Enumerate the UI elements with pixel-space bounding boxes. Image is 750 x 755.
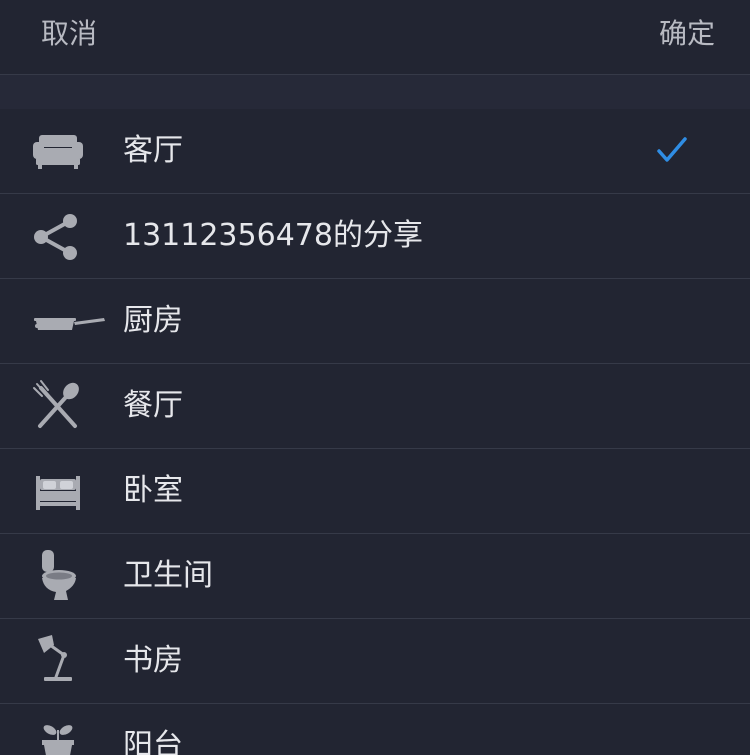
fork-spoon-icon <box>28 376 88 436</box>
desk-lamp-icon <box>28 631 88 691</box>
room-list: 客厅 13112356478的分享 厨房 餐厅 卧室 卫生间 书房 阳台 <box>0 109 750 755</box>
checkmark-icon <box>652 131 692 171</box>
room-item-bedroom[interactable]: 卧室 <box>0 449 750 534</box>
room-item-balcony[interactable]: 阳台 <box>0 704 750 755</box>
potted-plant-icon <box>28 716 88 755</box>
confirm-button[interactable]: 确定 <box>659 14 715 54</box>
room-label: 卧室 <box>123 473 183 508</box>
room-label: 阳台 <box>123 728 183 755</box>
share-icon <box>28 206 88 266</box>
room-label: 客厅 <box>123 133 183 168</box>
room-item-study[interactable]: 书房 <box>0 619 750 704</box>
section-spacer <box>0 75 750 109</box>
bed-icon <box>28 461 88 521</box>
room-label: 餐厅 <box>123 388 183 423</box>
room-item-shared[interactable]: 13112356478的分享 <box>0 194 750 279</box>
room-item-dining-room[interactable]: 餐厅 <box>0 364 750 449</box>
cancel-button[interactable]: 取消 <box>41 14 97 54</box>
room-label: 书房 <box>123 643 183 678</box>
toilet-icon <box>28 546 88 606</box>
room-label: 卫生间 <box>123 558 213 593</box>
sofa-icon <box>28 121 88 181</box>
frying-pan-icon <box>32 291 112 351</box>
room-picker-screen: 取消 确定 客厅 13112356478的分享 厨房 餐厅 卧室 卫生间 书房 … <box>0 0 750 755</box>
room-label: 13112356478的分享 <box>123 218 423 253</box>
header-bar: 取消 确定 <box>0 0 750 75</box>
room-label: 厨房 <box>123 303 183 338</box>
room-item-living-room[interactable]: 客厅 <box>0 109 750 194</box>
room-item-bathroom[interactable]: 卫生间 <box>0 534 750 619</box>
room-item-kitchen[interactable]: 厨房 <box>0 279 750 364</box>
